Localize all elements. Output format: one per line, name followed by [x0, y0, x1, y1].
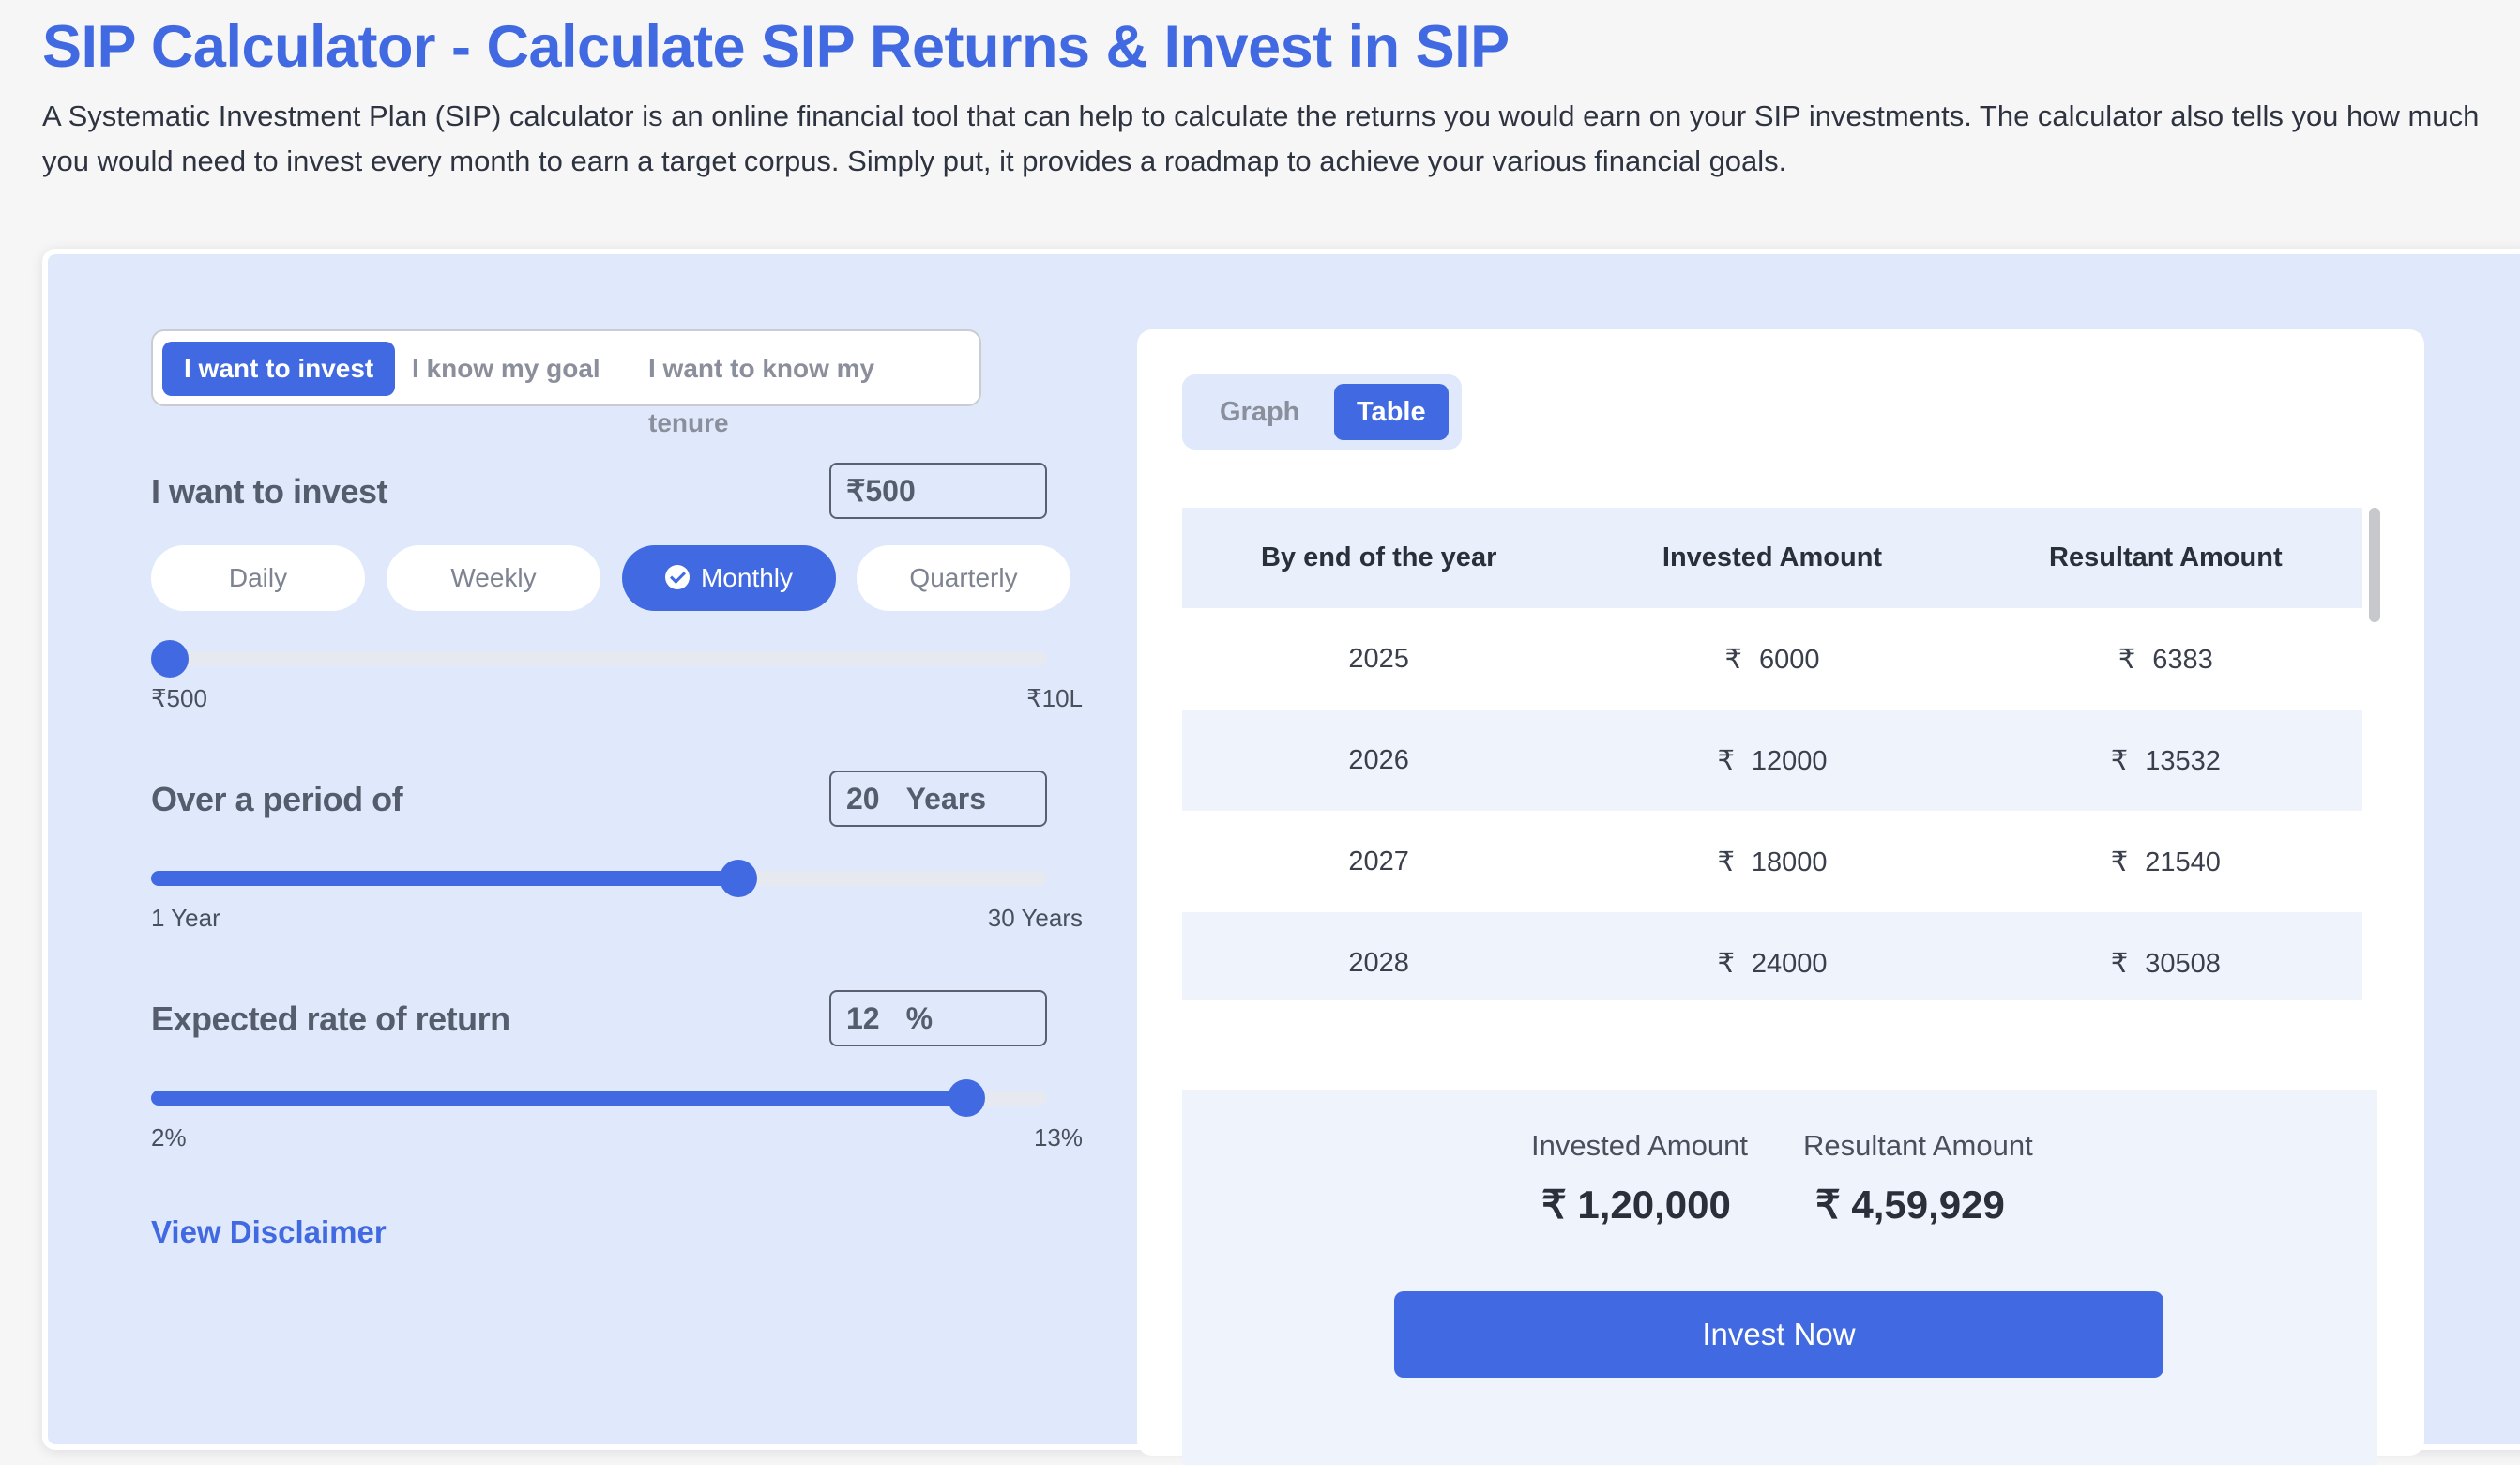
cell-invested: ₹6000	[1575, 608, 1968, 710]
cell-year: 2025	[1348, 643, 1409, 674]
rate-value: 12	[846, 1001, 880, 1035]
period-label: Over a period of	[151, 780, 403, 818]
view-toggle: Graph Table	[1182, 374, 1462, 450]
rupee-icon: ₹	[1717, 847, 1735, 877]
tab-i-want-to-invest[interactable]: I want to invest	[162, 342, 396, 396]
slider-fill	[151, 1091, 967, 1106]
period-unit: Years	[905, 782, 987, 816]
invest-amount-label: I want to invest	[151, 472, 388, 511]
slider-thumb[interactable]	[151, 640, 189, 678]
sip-calculator-card: I want to invest I know my goal I want t…	[42, 249, 2520, 1465]
slider-thumb[interactable]	[948, 1079, 986, 1117]
cell-resultant: ₹30508	[1968, 912, 2362, 1000]
frequency-monthly[interactable]: Monthly	[622, 545, 836, 611]
frequency-monthly-label: Monthly	[700, 563, 794, 592]
view-disclaimer-link[interactable]: View Disclaimer	[151, 1214, 387, 1250]
invest-now-button[interactable]: Invest Now	[1394, 1291, 2163, 1378]
period-value: 20	[846, 782, 880, 816]
rupee-icon: ₹	[2118, 644, 2136, 675]
period-slider[interactable]	[151, 860, 1047, 897]
resultant-value: 21540	[2145, 847, 2221, 877]
table-row: 2028 ₹24000 ₹30508	[1182, 912, 2362, 1000]
page-title: SIP Calculator - Calculate SIP Returns &…	[42, 14, 1510, 80]
page-description: A Systematic Investment Plan (SIP) calcu…	[42, 99, 2480, 177]
cell-resultant: ₹6383	[1969, 608, 2362, 710]
summary-invested-value: ₹ 1,20,000	[1541, 1183, 1731, 1227]
summary-box: Invested Amount Resultant Amount ₹ 1,20,…	[1182, 1090, 2377, 1465]
tab-i-know-my-goal[interactable]: I know my goal	[390, 342, 622, 396]
results-panel: Graph Table By end of the year Invested …	[1137, 329, 2424, 1465]
invested-value: 6000	[1758, 644, 1820, 675]
tab-graph[interactable]: Graph	[1197, 384, 1322, 440]
tab-i-want-to-know-my-tenure[interactable]: I want to know my tenure	[627, 342, 979, 437]
frequency-weekly[interactable]: Weekly	[387, 545, 600, 611]
cell-resultant: ₹21540	[1969, 811, 2362, 912]
table-row: 2027 ₹18000 ₹21540	[1182, 811, 2362, 912]
invest-min-label: ₹500	[151, 684, 207, 712]
invest-amount-value: ₹500	[846, 474, 916, 508]
cell-resultant: ₹13532	[1968, 710, 2362, 811]
header-resultant: Resultant Amount	[1968, 508, 2362, 608]
rupee-icon: ₹	[2110, 847, 2129, 877]
rate-min-label: 2%	[151, 1123, 187, 1152]
yearly-table-container: By end of the year Invested Amount Resul…	[1182, 508, 2362, 1000]
rupee-icon: ₹	[2110, 745, 2129, 776]
cell-invested: ₹18000	[1575, 811, 1968, 912]
slider-thumb[interactable]	[719, 860, 757, 897]
mode-tabs: I want to invest I know my goal I want t…	[151, 329, 981, 437]
rupee-icon: ₹	[2110, 948, 2129, 979]
summary-resultant-value: ₹ 4,59,929	[1815, 1183, 2005, 1227]
invested-value: 24000	[1751, 948, 1828, 979]
resultant-value: 13532	[2145, 745, 2221, 776]
rupee-icon: ₹	[1717, 948, 1735, 979]
summary-resultant-label: Resultant Amount	[1803, 1129, 2033, 1162]
table-scrollbar[interactable]	[2369, 508, 2380, 622]
cell-year: 2026	[1182, 710, 1576, 811]
rate-label: Expected rate of return	[151, 1000, 510, 1038]
rate-slider[interactable]	[151, 1079, 1047, 1117]
period-input[interactable]: 20 Years	[829, 771, 1047, 827]
cell-year: 2027	[1348, 846, 1409, 877]
cell-year: 2028	[1182, 912, 1576, 1000]
summary-invested-label: Invested Amount	[1531, 1129, 1748, 1162]
tab-table[interactable]: Table	[1334, 384, 1449, 440]
header-invested: Invested Amount	[1575, 508, 1969, 608]
frequency-quarterly[interactable]: Quarterly	[857, 545, 1070, 611]
invested-value: 18000	[1751, 847, 1828, 877]
frequency-daily[interactable]: Daily	[151, 545, 365, 611]
table-row: 2026 ₹12000 ₹13532	[1182, 710, 2362, 811]
yearly-table: By end of the year Invested Amount Resul…	[1182, 508, 2362, 1000]
invest-amount-slider[interactable]	[151, 640, 1047, 678]
rate-max-label: 13%	[1033, 1123, 1083, 1152]
cell-invested: ₹24000	[1575, 912, 1969, 1000]
invested-value: 12000	[1751, 745, 1828, 776]
invest-max-label: ₹10L	[1026, 684, 1083, 712]
rate-unit: %	[905, 1001, 934, 1035]
slider-fill	[151, 871, 738, 886]
header-year: By end of the year	[1182, 508, 1576, 608]
cell-invested: ₹12000	[1575, 710, 1969, 811]
invest-amount-input[interactable]: ₹500	[829, 463, 1047, 519]
table-row: 2025 ₹6000 ₹6383	[1182, 608, 2362, 710]
resultant-value: 6383	[2152, 644, 2213, 675]
period-max-label: 30 Years	[987, 904, 1083, 932]
rupee-icon: ₹	[1717, 745, 1735, 776]
resultant-value: 30508	[2145, 948, 2221, 979]
check-circle-icon	[664, 564, 690, 589]
rate-input[interactable]: 12%	[829, 990, 1047, 1046]
period-min-label: 1 Year	[151, 904, 220, 932]
rupee-icon: ₹	[1724, 644, 1742, 675]
